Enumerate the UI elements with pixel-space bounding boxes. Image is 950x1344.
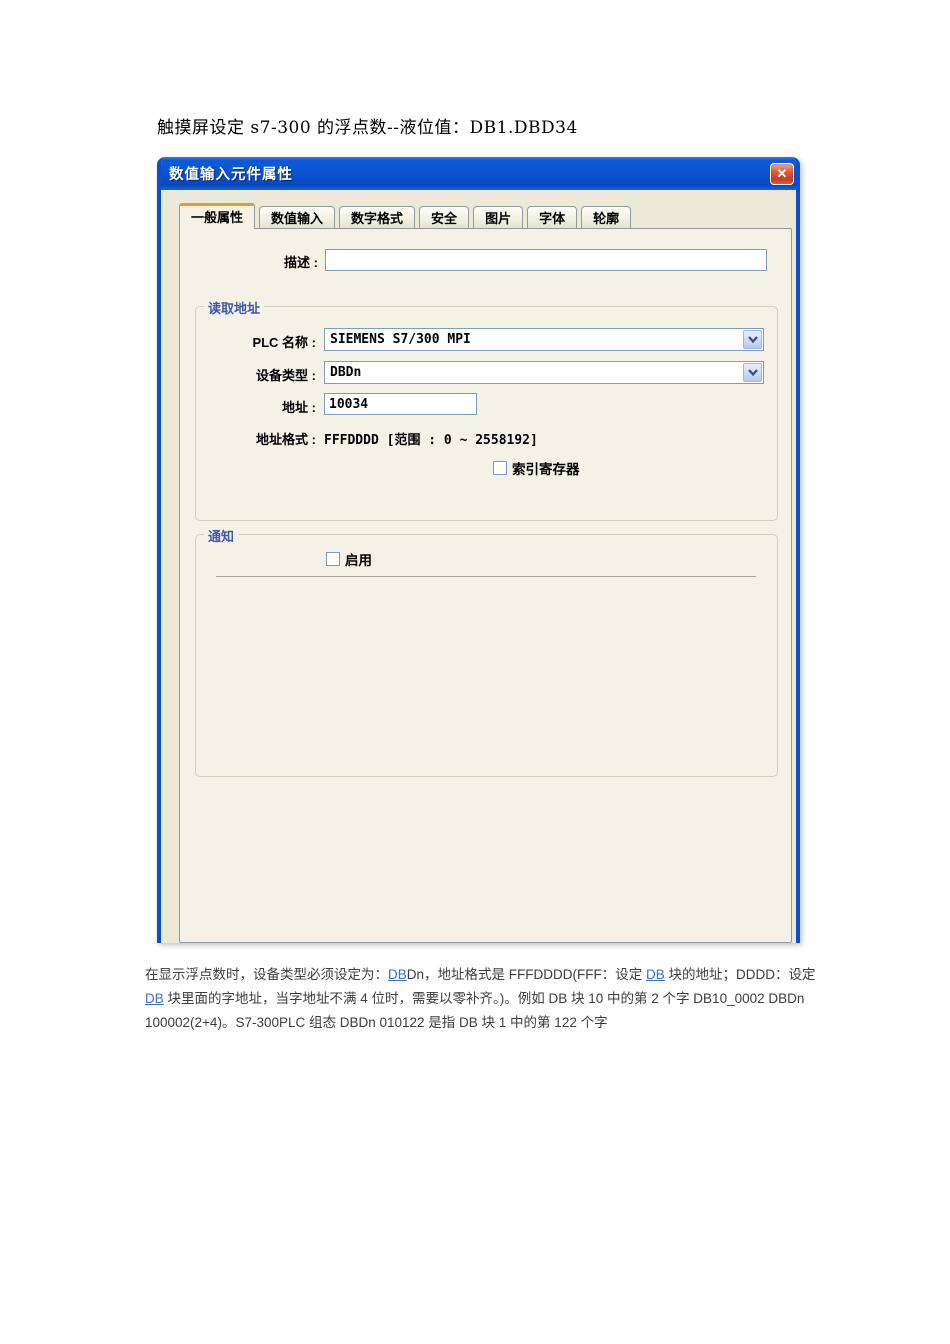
general-properties-panel: 描述 : 读取地址 PLC 名称 : SIEMENS S7/300 MPI 设备…: [179, 228, 792, 943]
numeric-input-properties-dialog: 数值输入元件属性 ✕ 一般属性 数值输入 数字格式 安全 图片 字体 轮廓 描述…: [157, 157, 800, 943]
description-label: 描述 :: [284, 255, 318, 270]
tab-general-properties[interactable]: 一般属性: [179, 203, 256, 229]
db-link[interactable]: DB: [646, 967, 665, 982]
index-register-label: 索引寄存器: [512, 462, 580, 477]
notification-group-title: 通知: [204, 526, 239, 545]
tab-bar: 一般属性 数值输入 数字格式 安全 图片 字体 轮廓: [179, 203, 792, 229]
address-format-label: 地址格式 :: [256, 432, 316, 447]
note-text: Dn，地址格式是 FFFDDDD(FFF：设定: [406, 967, 646, 982]
close-icon: ✕: [776, 165, 788, 181]
device-type-dropdown-button[interactable]: [743, 363, 762, 382]
tab-outline[interactable]: 轮廓: [581, 206, 632, 228]
note-text: 块里面的字地址，当字地址不满 4 位时，需要以零补齐。)。例如 DB 块 10 …: [145, 991, 805, 1030]
plc-name-dropdown-button[interactable]: [743, 330, 762, 349]
db-link[interactable]: DB: [388, 967, 407, 982]
dialog-titlebar[interactable]: 数值输入元件属性 ✕: [161, 157, 796, 190]
plc-name-value: SIEMENS S7/300 MPI: [330, 332, 471, 347]
device-type-select[interactable]: DBDn: [324, 361, 764, 384]
close-button[interactable]: ✕: [770, 162, 794, 185]
tab-number-format[interactable]: 数字格式: [339, 206, 416, 228]
address-format-value: FFFDDDD [范围 : 0 ~ 2558192]: [324, 433, 538, 448]
device-type-label: 设备类型 :: [256, 368, 316, 383]
tab-picture[interactable]: 图片: [473, 206, 524, 228]
footer-note: 在显示浮点数时，设备类型必须设定为：DBDn，地址格式是 FFFDDDD(FFF…: [145, 963, 821, 1035]
dialog-title: 数值输入元件属性: [169, 167, 293, 183]
db-link[interactable]: DB: [145, 991, 164, 1006]
plc-name-label: PLC 名称 :: [252, 335, 316, 350]
checkbox-icon[interactable]: [326, 552, 340, 566]
read-address-group-title: 读取地址: [204, 298, 265, 317]
notification-divider: [216, 576, 756, 577]
index-register-checkbox[interactable]: 索引寄存器: [493, 458, 580, 478]
read-address-group: 读取地址 PLC 名称 : SIEMENS S7/300 MPI 设备类型 : …: [195, 298, 778, 521]
page-title: 触摸屏设定 s7-300 的浮点数--液位值：DB1.DBD34: [157, 118, 578, 138]
address-label: 地址 :: [282, 400, 316, 415]
enable-checkbox[interactable]: 启用: [326, 549, 372, 569]
checkbox-icon[interactable]: [493, 461, 507, 475]
notification-group: 通知 启用: [195, 526, 778, 777]
tab-font[interactable]: 字体: [527, 206, 578, 228]
enable-label: 启用: [345, 553, 372, 568]
plc-name-select[interactable]: SIEMENS S7/300 MPI: [324, 328, 764, 351]
tab-numeric-input[interactable]: 数值输入: [259, 206, 336, 228]
chevron-down-icon: [747, 369, 758, 376]
tab-security[interactable]: 安全: [419, 206, 470, 228]
device-type-value: DBDn: [330, 365, 362, 380]
address-input[interactable]: [324, 393, 477, 415]
note-text: 在显示浮点数时，设备类型必须设定为：: [145, 967, 388, 982]
note-text: 块的地址；DDDD：设定: [664, 967, 816, 982]
description-input[interactable]: [325, 249, 767, 271]
chevron-down-icon: [747, 336, 758, 343]
